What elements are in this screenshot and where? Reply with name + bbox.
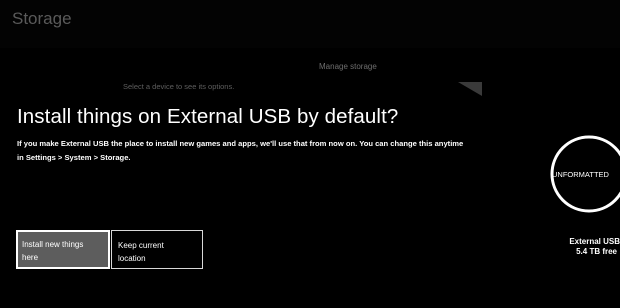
dialog-body: If you make External USB the place to in…	[17, 137, 517, 165]
keep-current-location-button[interactable]: Keep current location	[111, 230, 203, 269]
page-title: Storage	[12, 9, 72, 28]
select-device-hint: Select a device to see its options.	[123, 82, 235, 91]
manage-storage-link[interactable]: Manage storage	[319, 62, 377, 72]
device-tile-corner-icon	[458, 82, 482, 96]
device-free-space: 5.4 TB free	[576, 247, 617, 256]
storage-screen: Storage Manage storage Select a device t…	[0, 0, 620, 308]
button-label-line: here	[22, 253, 39, 262]
dialog-body-line: in Settings > System > Storage.	[17, 153, 131, 162]
device-status-label: UNFORMATTED	[552, 170, 609, 179]
button-label-line: location	[118, 254, 146, 263]
dialog-title: Install things on External USB by defaul…	[17, 105, 399, 128]
button-label-line: Keep current	[118, 241, 164, 250]
device-name: External USB	[569, 237, 620, 246]
dialog-body-line: If you make External USB the place to in…	[17, 139, 464, 148]
button-label-line: Install new things	[22, 240, 84, 249]
install-new-things-here-button[interactable]: Install new things here	[16, 230, 110, 269]
